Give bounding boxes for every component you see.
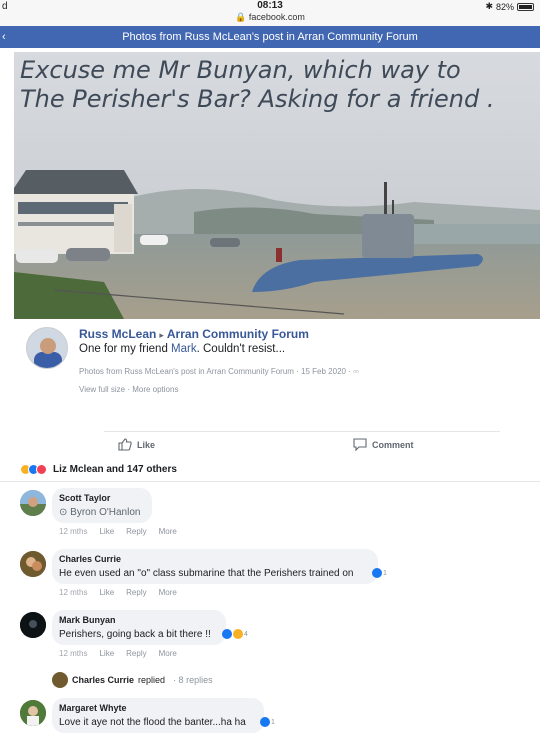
author-link[interactable]: Russ McLean [79,327,156,341]
status-bar: d 08:13 🔒 facebook.com ✱ 82% [0,0,540,26]
message-after: . Couldn't resist... [196,343,286,355]
comment-reply-link[interactable]: Reply [126,588,146,597]
comment-reactions[interactable]: 1 [260,717,275,727]
love-reaction-icon [36,464,47,475]
comment-time: 12 mths [59,527,88,536]
comment-time: 12 mths [59,588,88,597]
bluetooth-icon: ✱ [485,1,493,11]
comment-like-link[interactable]: Like [99,649,114,658]
comment-like-link[interactable]: Like [99,588,114,597]
comment-more-link[interactable]: More [159,588,177,597]
comment-reply-link[interactable]: Reply [126,649,146,658]
commenter-avatar[interactable] [20,700,46,726]
battery-icon [517,2,534,11]
comments-divider [0,481,540,482]
like-reaction-icon [222,629,232,639]
reply-verb: replied [138,675,166,685]
comment-reaction-count: 4 [244,630,248,638]
post-author-line: Russ McLean ▸ Arran Community Forum [79,327,309,341]
reactions-text: Liz Mclean and 147 others [53,464,177,475]
comment-more-link[interactable]: More [159,527,177,536]
comment-text: He even used an "o" class submarine that… [59,568,354,579]
reply-author: Charles Currie [72,675,135,685]
arrow-icon: ▸ [159,330,164,340]
address-bar[interactable]: 🔒 facebook.com [0,12,540,23]
comment-reply-link[interactable]: Reply [126,527,146,536]
comment-links: 12 mths Like Reply More [59,649,177,658]
post-meta: Photos from Russ McLean's post in Arran … [79,367,359,376]
photo-caption: Excuse me Mr Bunyan, which way to The Pe… [20,56,495,113]
tag-icon: ⊙ [59,507,68,518]
avatar-face [40,338,56,354]
back-icon[interactable]: ‹ [2,26,6,48]
avatar-photo [20,490,46,516]
comment-more-link[interactable]: More [159,649,177,658]
commenter-avatar[interactable] [20,490,46,516]
commenter-name[interactable]: Charles Currie [59,554,370,564]
comment-button[interactable]: Comment [353,438,414,451]
comment-reactions[interactable]: 1 [372,568,387,578]
header-title: Photos from Russ McLean's post in Arran … [122,31,418,43]
author-avatar[interactable] [26,327,68,369]
post-actions: Like Comment [0,434,540,456]
comment-text: ⊙ Byron O'Hanlon [59,507,144,518]
post-info: Russ McLean ▸ Arran Community Forum One fo… [14,319,534,429]
status-right: ✱ 82% [485,1,534,12]
commenter-name[interactable]: Scott Taylor [59,493,144,503]
view-replies-link[interactable]: Charles Currie replied · 8 replies [52,672,213,688]
photo-viewer-header: ‹ Photos from Russ McLean's post in Arra… [0,26,540,48]
comment-text: Perishers, going back a bit there !! [59,629,211,640]
like-reaction-icon [372,568,382,578]
comment-reaction-count: 1 [383,569,387,577]
post-photo[interactable]: Excuse me Mr Bunyan, which way to The Pe… [14,52,540,319]
avatar-photo [20,551,46,577]
like-button[interactable]: Like [118,438,155,451]
reply-avatar [52,672,68,688]
lock-icon: 🔒 [235,12,247,22]
message-before: One for my friend [79,343,172,355]
mention-link[interactable]: Mark [171,343,197,355]
group-link[interactable]: Arran Community Forum [167,327,309,341]
comment-bubble: Charles Currie He even used an "o" class… [52,549,378,584]
haha-reaction-icon [233,629,243,639]
like-label: Like [137,439,156,450]
comment-time: 12 mths [59,649,88,658]
comment-text: Love it aye not the flood the banter...h… [59,717,246,728]
url-text: facebook.com [248,12,305,22]
photo-options[interactable]: View full size · More options [79,385,178,394]
comment-icon [353,438,367,451]
divider-top [104,431,500,432]
commenter-name[interactable]: Margaret Whyte [59,703,256,713]
commenter-avatar[interactable] [20,612,46,638]
comment-bubble: Scott Taylor ⊙ Byron O'Hanlon [52,488,152,523]
avatar-photo [20,700,46,726]
status-time: 08:13 [257,0,283,11]
avatar-shirt [34,352,62,368]
comment-bubble: Margaret Whyte Love it aye not the flood… [52,698,264,733]
commenter-avatar[interactable] [20,551,46,577]
comment-like-link[interactable]: Like [99,527,114,536]
comment-links: 12 mths Like Reply More [59,588,177,597]
audience-icon: ▫▫ [353,367,359,376]
avatar-photo [20,612,46,638]
post-message: One for my friend Mark. Couldn't resist.… [79,343,285,355]
comment-reactions[interactable]: 4 [222,629,248,639]
comment-reaction-count: 1 [271,718,275,726]
reply-count: · 8 replies [173,675,213,685]
battery-percent: 82% [495,1,514,12]
tagged-person[interactable]: Byron O'Hanlon [70,507,140,518]
reactions-summary[interactable]: Liz Mclean and 147 others [20,464,177,475]
like-reaction-icon [260,717,270,727]
commenter-name[interactable]: Mark Bunyan [59,615,218,625]
comment-bubble: Mark Bunyan Perishers, going back a bit … [52,610,226,645]
comment-links: 12 mths Like Reply More [59,527,177,536]
comment-label: Comment [372,439,414,450]
thumbs-up-icon [118,438,132,451]
post-meta-text: Photos from Russ McLean's post in Arran … [79,367,351,376]
